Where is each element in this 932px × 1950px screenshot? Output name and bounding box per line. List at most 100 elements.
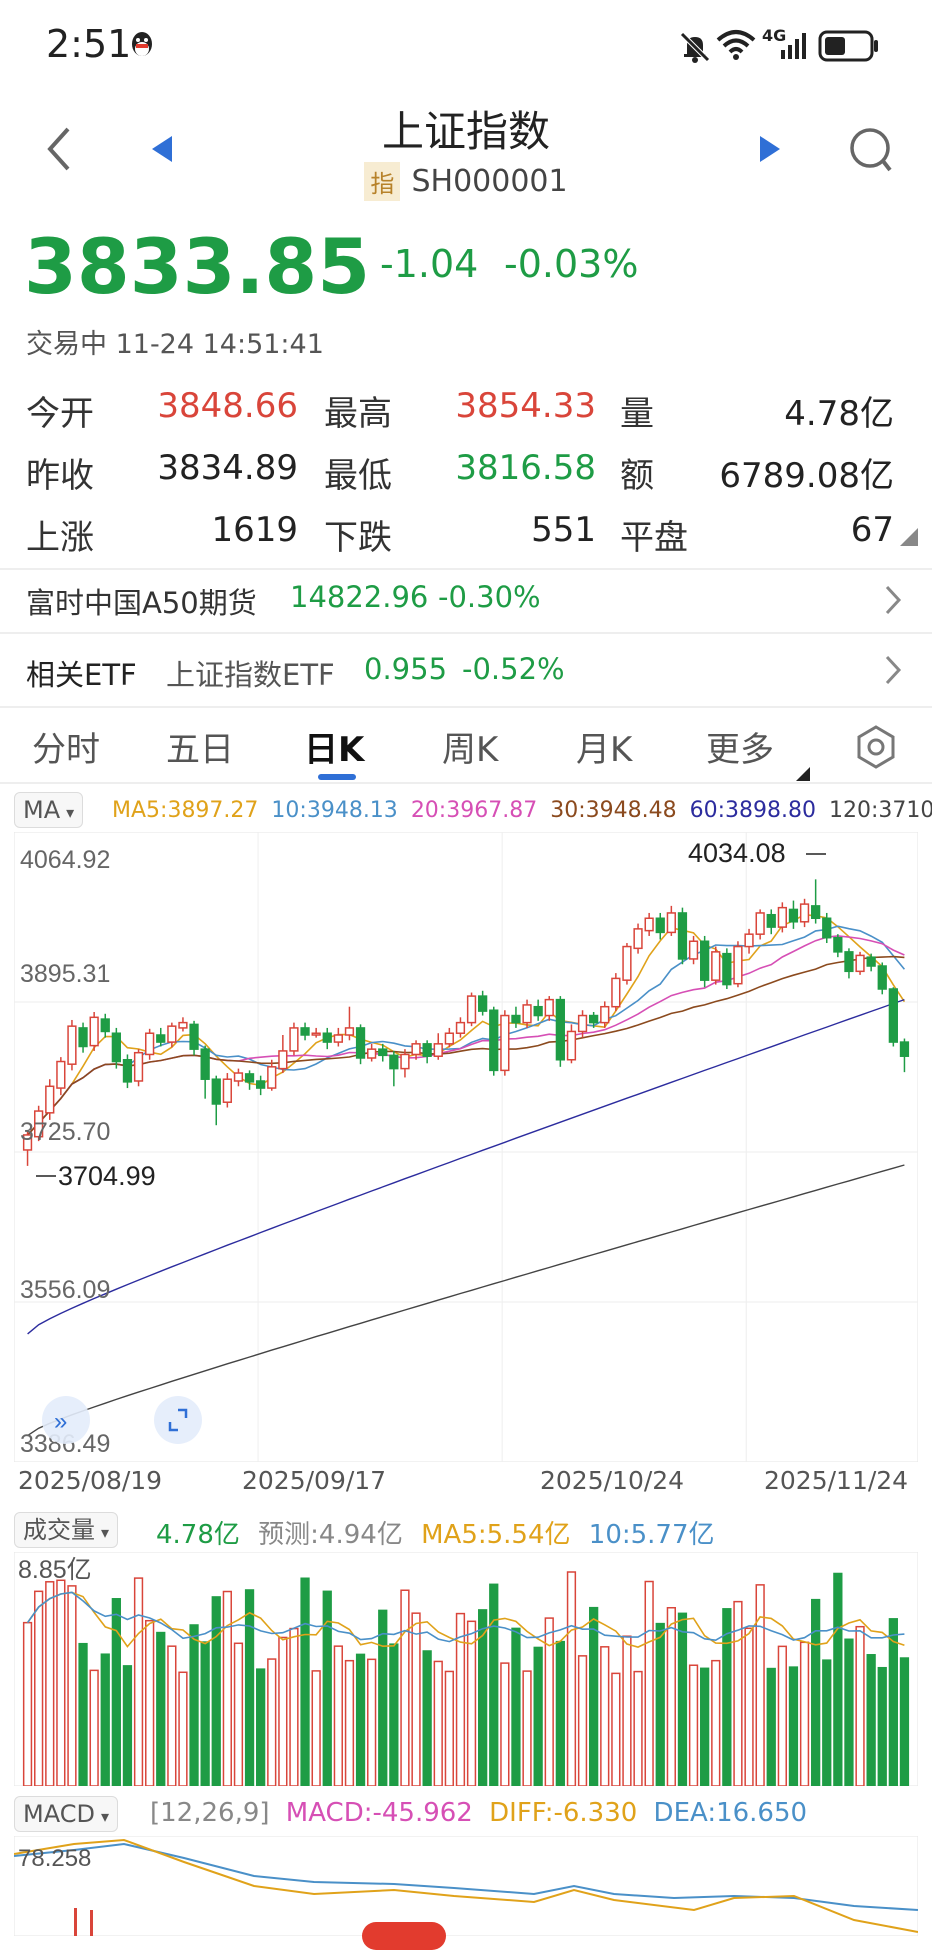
status-bar: 2:51 4G [0,0,932,92]
candle-body [267,1066,277,1089]
volume-bar [278,1636,288,1786]
futures-row[interactable]: 富时中国A50期货 14822.96 -0.30% [0,570,932,632]
volume-bar [899,1657,910,1786]
volume-bar [566,1571,577,1786]
volume-bar [655,1622,665,1786]
candle-body [644,917,654,932]
volume-bar [600,1646,610,1786]
tab-4[interactable]: 月K [576,722,632,771]
chevron-right-icon [884,584,902,620]
candle [855,951,865,975]
expand-corner-icon[interactable] [900,528,918,550]
volume-bar [233,1642,244,1786]
etf-pct: -0.52% [462,652,565,686]
y-label-4: 3556.09 [20,1276,110,1304]
volume-bar [367,1658,377,1786]
candle-body [544,998,554,1017]
candle-body [455,1021,466,1034]
macd-value: MACD:-45.962 [285,1798,473,1828]
volume-selector-label: 成交量 [23,1516,95,1544]
volume-bar [766,1667,776,1786]
etf-value: 0.955 [364,652,448,686]
volume-bar [844,1638,854,1786]
volume-legend: 4.78亿 预测:4.94亿 MA5:5.54亿 10:5.77亿 [156,1514,715,1551]
candle-body [489,1009,499,1072]
etf-row[interactable]: 相关ETF 上证指数ETF 0.955 -0.52% [0,634,932,706]
candle-body [322,1032,332,1043]
scroll-left-icon[interactable]: » [42,1396,90,1444]
candle [89,1012,99,1051]
macd-chart[interactable]: 78.258 [14,1836,918,1936]
dropdown-caret-icon: ▾ [101,1523,110,1542]
candle-body [733,945,743,985]
tab-1[interactable]: 五日 [166,722,234,771]
volume-bar [156,1631,166,1786]
current-price: 3833.85 [24,222,371,311]
volume-bar [866,1654,876,1786]
ma60-value: 60:3898.80 [689,798,816,823]
kline-chart[interactable]: 4064.92 3895.31 3725.70 3556.09 3386.49 … [14,832,918,1462]
volume-bar [22,1621,33,1786]
volume-bar [122,1665,133,1786]
volume-bar [522,1670,532,1786]
status-time: 2:51 [46,22,132,66]
index-badge: 指 [364,162,401,201]
volume-selector[interactable]: 成交量 ▾ [14,1512,119,1548]
candle-body [444,1032,454,1045]
ma5-value: MA5:3897.27 [112,798,259,823]
volume-bar [700,1667,710,1786]
volume-bar [111,1598,121,1786]
macd-params: [12,26,9] [150,1798,270,1828]
candle [711,946,721,985]
volume-bar [189,1624,199,1786]
candle-body [45,1085,55,1114]
candle-body [156,1034,166,1043]
volume-y-max: 8.85亿 [18,1556,92,1584]
candle [67,1019,77,1071]
diff-value: DIFF:-6.330 [489,1798,638,1828]
candle-body [855,954,865,973]
chevron-right-icon [884,654,902,690]
stat-value: 3854.33 [455,386,596,426]
tab-3[interactable]: 周K [442,722,498,771]
candle-body [711,951,721,981]
next-stock-icon[interactable] [758,134,782,168]
stat-value: 67 [850,510,894,550]
settings-icon[interactable] [854,724,898,774]
ma120-value: 120:3710.74 [828,798,932,823]
candle-body [677,912,688,960]
tab-2[interactable]: 日K [304,722,364,771]
dea-value: DEA:16.650 [653,1798,808,1828]
tab-5[interactable]: 更多 [706,722,774,771]
volume-bar [311,1670,321,1786]
price-change-pct: -0.03% [504,242,639,286]
ma10-value: 10:3948.13 [271,798,398,823]
ma-selector[interactable]: MA ▾ [14,792,84,828]
stat-label: 量 [620,394,654,434]
volume-value: 4.78亿 [156,1520,240,1550]
macd-selector[interactable]: MACD ▾ [14,1796,118,1832]
volume-bar [711,1659,721,1786]
candle-body [311,1032,321,1036]
volume-bar [799,1641,810,1786]
low-marker: 3704.99 [58,1161,156,1191]
stat-label: 最低 [324,456,392,496]
floating-action-button[interactable] [362,1922,446,1950]
volume-bar [444,1670,454,1786]
search-icon[interactable] [848,126,894,178]
stat-value: 1619 [211,510,298,550]
stat-value: 3848.66 [157,386,298,426]
candle-body [755,912,765,935]
y-label-2: 3895.31 [20,960,110,988]
candle-body [511,1014,521,1024]
tab-0[interactable]: 分时 [32,722,100,771]
volume-chart[interactable]: 8.85亿 [14,1552,918,1786]
candle-body [833,936,843,953]
volume-bar [422,1650,432,1786]
expand-chart-icon[interactable] [154,1396,202,1444]
candle-body [722,952,732,986]
mute-bell-icon [678,30,712,68]
candle-body [799,903,810,923]
volume-bar [811,1598,821,1786]
stock-code: SH000001 [411,164,568,199]
